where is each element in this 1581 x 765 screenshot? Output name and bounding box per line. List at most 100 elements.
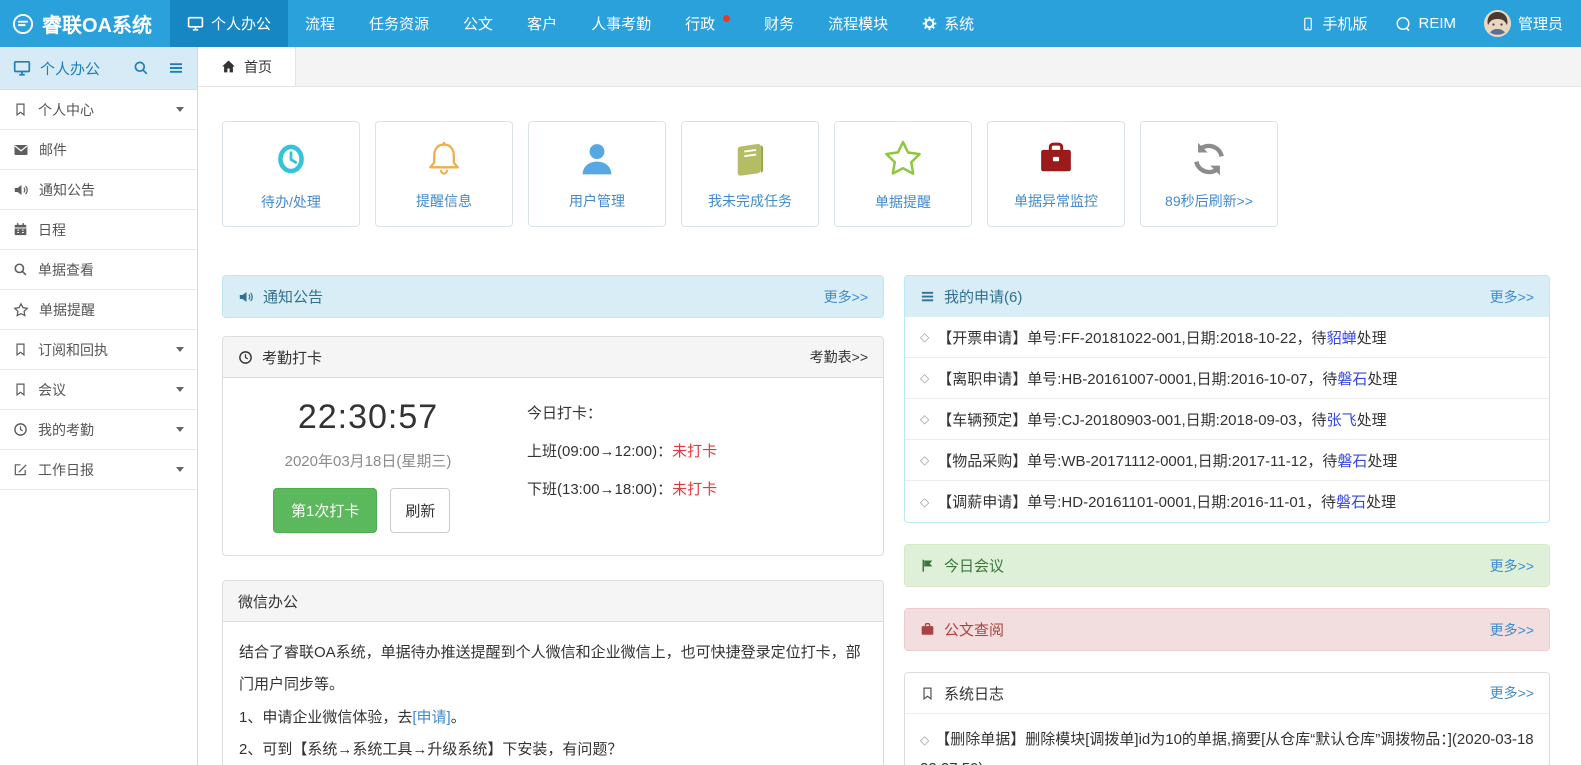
handler-link[interactable]: 貂蝉 [1327,330,1357,347]
my-applications-title: 我的申请(6) [944,286,1022,307]
card-refresh-countdown[interactable]: 89秒后刷新>> [1140,121,1278,227]
menu-icon[interactable] [168,60,184,76]
left-column: 通知公告 更多>> 考勤打卡 考勤表>> 22:30:57 [222,275,884,765]
nav-item-system[interactable]: 系统 [905,0,991,47]
chevron-down-icon [176,467,184,472]
card-remind-info[interactable]: 提醒信息 [375,121,513,227]
my-applications-panel: 我的申请(6) 更多>> ◇ 【开票申请】单号:FF-20181022-001,… [904,275,1550,523]
nav-item-finance[interactable]: 财务 [747,0,811,47]
nav-item-workflow[interactable]: 流程 [288,0,352,47]
nav-item-task-resource[interactable]: 任务资源 [352,0,446,47]
bookmark-icon [920,686,935,701]
sidebar-item-my-attendance[interactable]: 我的考勤 [0,410,197,450]
monitor-icon [13,59,31,77]
nav-label: 人事考勤 [591,13,651,34]
handler-link[interactable]: 磐石 [1337,453,1367,470]
search-icon[interactable] [133,60,149,76]
nav-item-personal-office[interactable]: 个人办公 [170,0,288,47]
attendance-body: 22:30:57 2020年03月18日(星期三) 第1次打卡 刷新 今日打卡： [223,378,883,555]
attendance-buttons: 第1次打卡 刷新 [239,488,497,533]
user-name: 管理员 [1518,13,1563,34]
sidebar-item-mail[interactable]: 邮件 [0,130,197,170]
mobile-version-button[interactable]: 手机版 [1287,0,1381,47]
wechat-panel: 微信办公 结合了睿联OA系统，单据待办推送提醒到个人微信和企业微信上，也可快捷登… [222,580,884,765]
brand[interactable]: 睿联OA系统 [0,0,170,47]
tab-bar: 首页 [198,47,1581,87]
tab-home[interactable]: 首页 [198,47,296,86]
diamond-bullet: ◇ [920,495,929,509]
sidebar-item-label: 单据提醒 [39,300,95,320]
sidebar-item-document-remind[interactable]: 单据提醒 [0,290,197,330]
nav-item-workflow-module[interactable]: 流程模块 [811,0,905,47]
notice-panel: 通知公告 更多>> [222,275,884,318]
sidebar-item-meeting[interactable]: 会议 [0,370,197,410]
chevron-down-icon [176,107,184,112]
sidebar-item-label: 通知公告 [39,180,95,200]
user-menu[interactable]: 管理员 [1470,0,1577,47]
document-review-header: 公文查阅 更多>> [905,609,1549,650]
handler-link[interactable]: 磐石 [1337,371,1367,388]
gear-icon [922,16,937,31]
documents-more-link[interactable]: 更多>> [1490,620,1534,640]
card-label: 用户管理 [569,191,625,211]
comment-icon [1395,16,1411,32]
sidebar-item-document-view[interactable]: 单据查看 [0,250,197,290]
card-unfinished-tasks[interactable]: 我未完成任务 [681,121,819,227]
system-log-panel: 系统日志 更多>> ◇【删除单据】删除模块[调拨单]id为10的单据,摘要[从仓… [904,672,1550,765]
diamond-bullet: ◇ [920,412,929,426]
attendance-clock-block: 22:30:57 2020年03月18日(星期三) 第1次打卡 刷新 [239,398,497,533]
nav-item-official-doc[interactable]: 公文 [446,0,510,47]
sidebar-item-notice[interactable]: 通知公告 [0,170,197,210]
sidebar-item-personal-center[interactable]: 个人中心 [0,90,197,130]
current-date: 2020年03月18日(星期三) [285,450,452,471]
sidebar-item-schedule[interactable]: 日程 [0,210,197,250]
nav-label: 任务资源 [369,13,429,34]
card-todo[interactable]: 待办/处理 [222,121,360,227]
card-label: 我未完成任务 [708,191,792,211]
punch-button[interactable]: 第1次打卡 [273,488,377,533]
diamond-bullet: ◇ [920,371,929,385]
application-row[interactable]: ◇ 【物品采购】单号:WB-20171112-0001,日期:2017-11-1… [905,440,1549,481]
sidebar-item-subscribe[interactable]: 订阅和回执 [0,330,197,370]
application-row[interactable]: ◇ 【开票申请】单号:FF-20181022-001,日期:2018-10-22… [905,317,1549,358]
book-icon [729,138,771,180]
my-applications-header: 我的申请(6) 更多>> [905,276,1549,317]
application-row[interactable]: ◇ 【车辆预定】单号:CJ-20180903-001,日期:2018-09-03… [905,399,1549,440]
home-icon [221,59,236,74]
notice-more-link[interactable]: 更多>> [824,287,868,307]
attendance-status-block: 今日打卡： 上班(09:00→12:00)：未打卡 下班(13:00→18:00… [497,398,717,533]
nav-item-customer[interactable]: 客户 [510,0,574,47]
apply-link[interactable]: [申请] [412,709,450,726]
today-meetings-panel: 今日会议 更多>> [904,544,1550,587]
list-icon [920,289,935,304]
log-entry[interactable]: ◇【删除单据】删除模块[调拨单]id为10的单据,摘要[从仓库“默认仓库”调拨物… [905,714,1549,765]
afternoon-punch-row: 下班(13:00→18:00)：未打卡 [527,478,717,499]
refresh-icon [1188,138,1230,180]
attendance-sheet-link[interactable]: 考勤表>> [810,347,868,367]
card-user-management[interactable]: 用户管理 [528,121,666,227]
attendance-panel: 考勤打卡 考勤表>> 22:30:57 2020年03月18日(星期三) 第1次… [222,336,884,556]
attendance-panel-header: 考勤打卡 考勤表>> [223,337,883,378]
morning-status: 未打卡 [672,443,717,460]
meetings-more-link[interactable]: 更多>> [1490,556,1534,576]
nav-item-administration[interactable]: 行政 [668,0,747,47]
handler-link[interactable]: 磐石 [1336,494,1366,511]
avatar [1484,10,1511,37]
application-row[interactable]: ◇ 【调薪申请】单号:HD-20161101-0001,日期:2016-11-0… [905,481,1549,522]
reim-button[interactable]: REIM [1381,0,1470,47]
refresh-button[interactable]: 刷新 [390,488,450,533]
sidebar-item-work-report[interactable]: 工作日报 [0,450,197,490]
wechat-description: 结合了睿联OA系统，单据待办推送提醒到个人微信和企业微信上，也可快捷登录定位打卡… [239,637,867,702]
syslog-more-link[interactable]: 更多>> [1490,683,1534,703]
handler-link[interactable]: 张飞 [1327,412,1357,429]
shortcut-cards: 待办/处理 提醒信息 用户管理 [222,121,1550,227]
nav-item-hr-attendance[interactable]: 人事考勤 [574,0,668,47]
application-text: 【车辆预定】单号:CJ-20180903-001,日期:2018-09-03，待… [937,409,1386,430]
card-abnormal-monitor[interactable]: 单据异常监控 [987,121,1125,227]
card-document-remind[interactable]: 单据提醒 [834,121,972,227]
speaker-icon [238,289,254,305]
applications-more-link[interactable]: 更多>> [1490,287,1534,307]
application-row[interactable]: ◇ 【离职申请】单号:HB-20161007-0001,日期:2016-10-0… [905,358,1549,399]
top-navbar: 睿联OA系统 个人办公 流程 任务资源 公文 客户 人事考勤 行政 财务 流程模… [0,0,1581,47]
wechat-apply-suffix: 。 [451,709,466,726]
